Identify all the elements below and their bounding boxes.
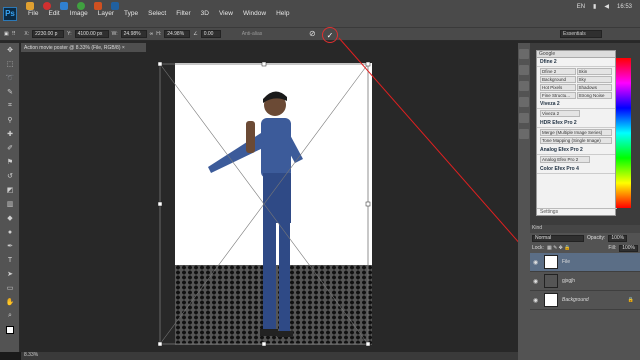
analog-button[interactable]: Analog Efex Pro 2	[540, 156, 590, 163]
analog-section-title[interactable]: Analog Efex Pro 2	[537, 146, 615, 155]
strong-noise-button[interactable]: Strong Noise	[576, 92, 612, 99]
dfine-buttons: Dfine 2 Skin Background Sky Hot Pixels S…	[537, 67, 615, 100]
layer-row[interactable]: ◉ gjsgjh	[530, 272, 640, 291]
tone-mapping-button[interactable]: Tone Mapping (Single Image)	[540, 137, 612, 144]
fill-label: Fill:	[608, 245, 617, 251]
blend-mode-select[interactable]: Normal	[532, 234, 584, 242]
brush-panel-icon[interactable]	[519, 129, 529, 139]
hdr-section-title[interactable]: HDR Efex Pro 2	[537, 119, 615, 128]
skin-button[interactable]: Skin	[576, 68, 612, 75]
google-nik-panel: Google Dfine 2 Dfine 2 Skin Background S…	[536, 50, 617, 216]
layer-name[interactable]: Background	[562, 297, 589, 303]
adjustments-panel-icon[interactable]	[519, 81, 529, 91]
opacity-field[interactable]: 100%	[608, 234, 628, 242]
merge-button[interactable]: Merge (Multiple Image Series)	[540, 129, 612, 136]
google-panel-title[interactable]: Google	[537, 51, 615, 58]
dfine-button[interactable]: Dfine 2	[540, 68, 576, 75]
layer-thumbnail	[544, 293, 558, 307]
settings-link[interactable]: Settings	[537, 208, 617, 215]
eye-icon[interactable]: ◉	[533, 297, 540, 304]
dfine-section-title[interactable]: Dfine 2	[537, 58, 615, 67]
character-panel-icon[interactable]	[519, 97, 529, 107]
hot-pixels-button[interactable]: Hot Pixels	[540, 84, 576, 91]
eye-icon[interactable]: ◉	[533, 278, 540, 285]
viveza-button[interactable]: Viveza 2	[540, 110, 580, 117]
layer-thumbnail	[544, 255, 558, 269]
sky-button[interactable]: Sky	[576, 76, 612, 83]
history-panel-icon[interactable]	[519, 49, 529, 59]
layer-row[interactable]: ◉ File	[530, 253, 640, 272]
layer-row[interactable]: ◉ Background 🔒	[530, 291, 640, 310]
opacity-label: Opacity:	[587, 235, 606, 241]
shadows-button[interactable]: Shadows	[576, 84, 612, 91]
viveza-section-title[interactable]: Viveza 2	[537, 100, 615, 109]
lock-label: Lock:	[532, 245, 544, 251]
paragraph-panel-icon[interactable]	[519, 113, 529, 123]
color-spectrum[interactable]	[616, 58, 631, 208]
bottom-dock	[0, 352, 21, 360]
layer-thumbnail	[544, 274, 558, 288]
annotation-arrow	[338, 37, 537, 263]
status-bar: 8.33%	[21, 352, 518, 360]
fine-structure-button[interactable]: Fine Structu...	[540, 92, 576, 99]
properties-panel-icon[interactable]	[519, 65, 529, 75]
fill-field[interactable]: 100%	[619, 244, 638, 252]
lock-icon: 🔒	[627, 297, 634, 303]
layer-name[interactable]: gjsgjh	[562, 278, 575, 284]
layer-name[interactable]: File	[562, 259, 570, 265]
background-button[interactable]: Background	[540, 76, 576, 83]
layer-filter-kind[interactable]: Kind	[530, 225, 640, 233]
eye-icon[interactable]: ◉	[533, 259, 540, 266]
lock-icons[interactable]: ▦ ✎ ✥ 🔒	[547, 245, 571, 251]
color-efex-section-title[interactable]: Color Efex Pro 4	[537, 165, 615, 174]
layers-panel: Kind Normal Opacity: 100% Lock: ▦ ✎ ✥ 🔒 …	[530, 225, 640, 360]
collapsed-panels-strip	[518, 43, 530, 360]
